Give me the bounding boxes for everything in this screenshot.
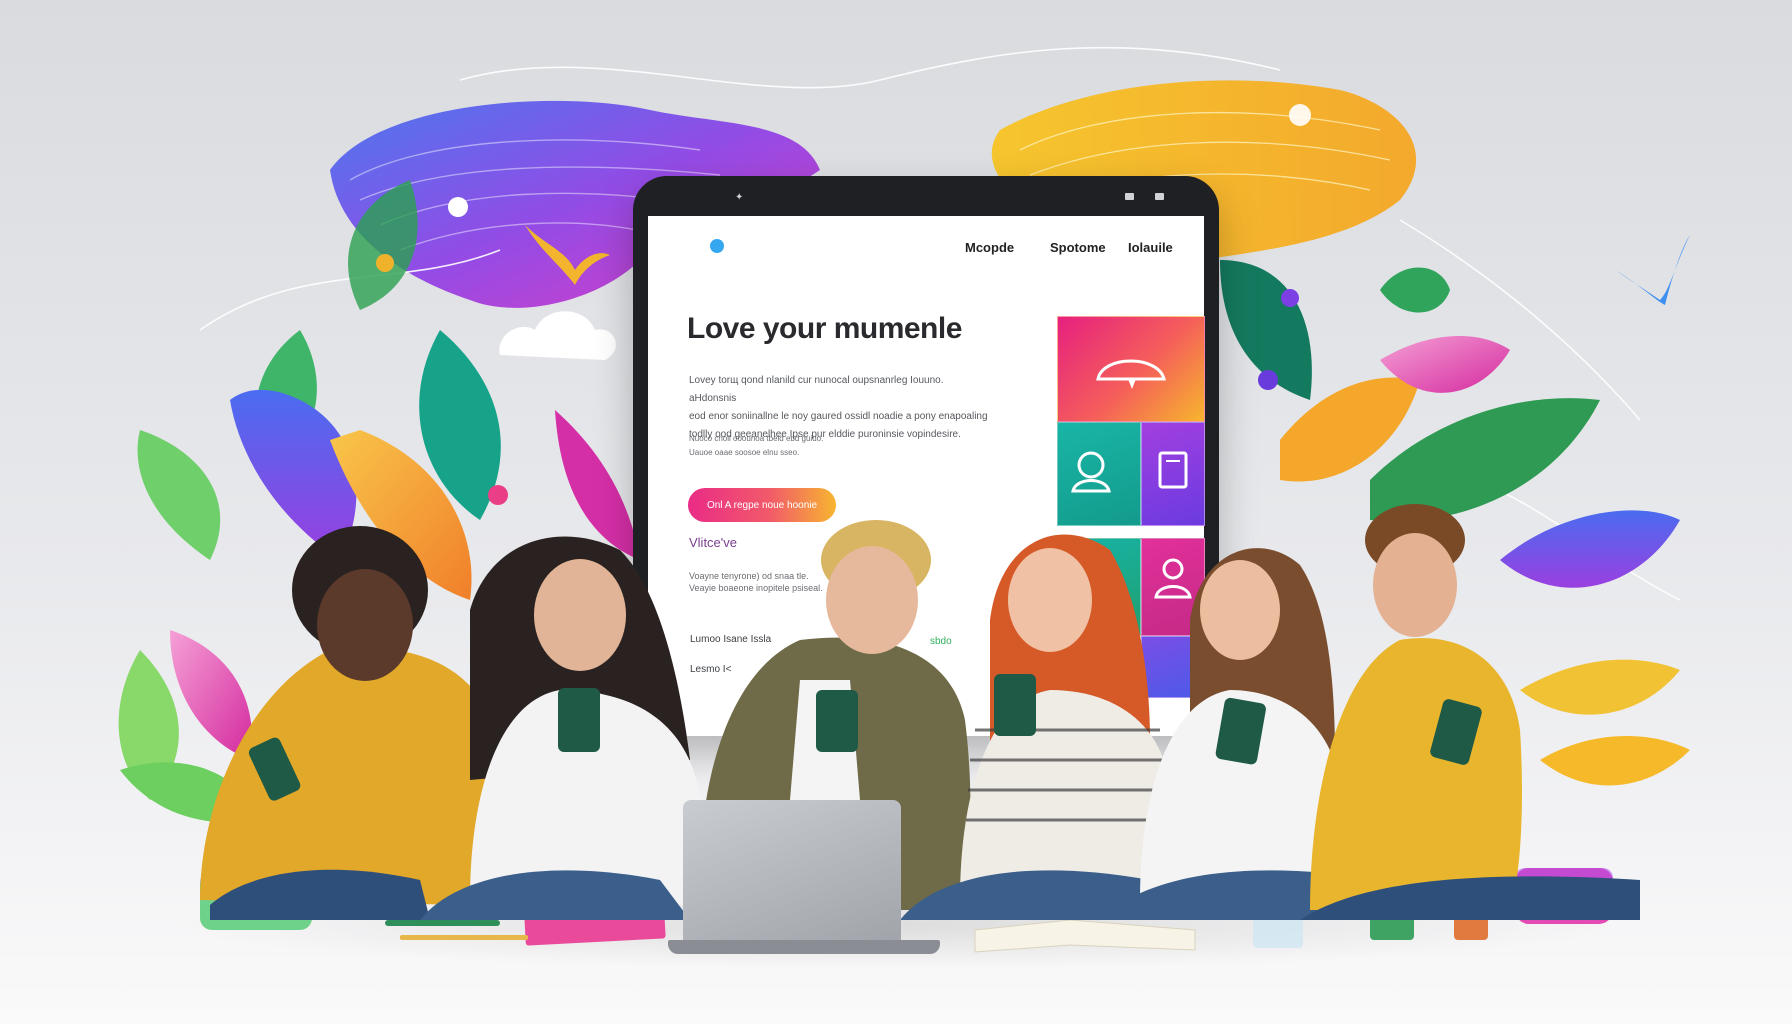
apple-logo-icon xyxy=(683,800,901,950)
smartphone-icon xyxy=(558,688,600,752)
person-mustard-tee xyxy=(1300,504,1640,920)
laptop-base xyxy=(668,940,940,954)
illustration-scene: ✦ Mcopde Spotome Iolauile Love your mume… xyxy=(0,0,1792,1024)
laptop xyxy=(683,800,901,950)
smartphone-icon xyxy=(816,690,858,752)
person-yellow-sweater xyxy=(200,526,494,920)
smartphone-icon xyxy=(994,674,1036,736)
